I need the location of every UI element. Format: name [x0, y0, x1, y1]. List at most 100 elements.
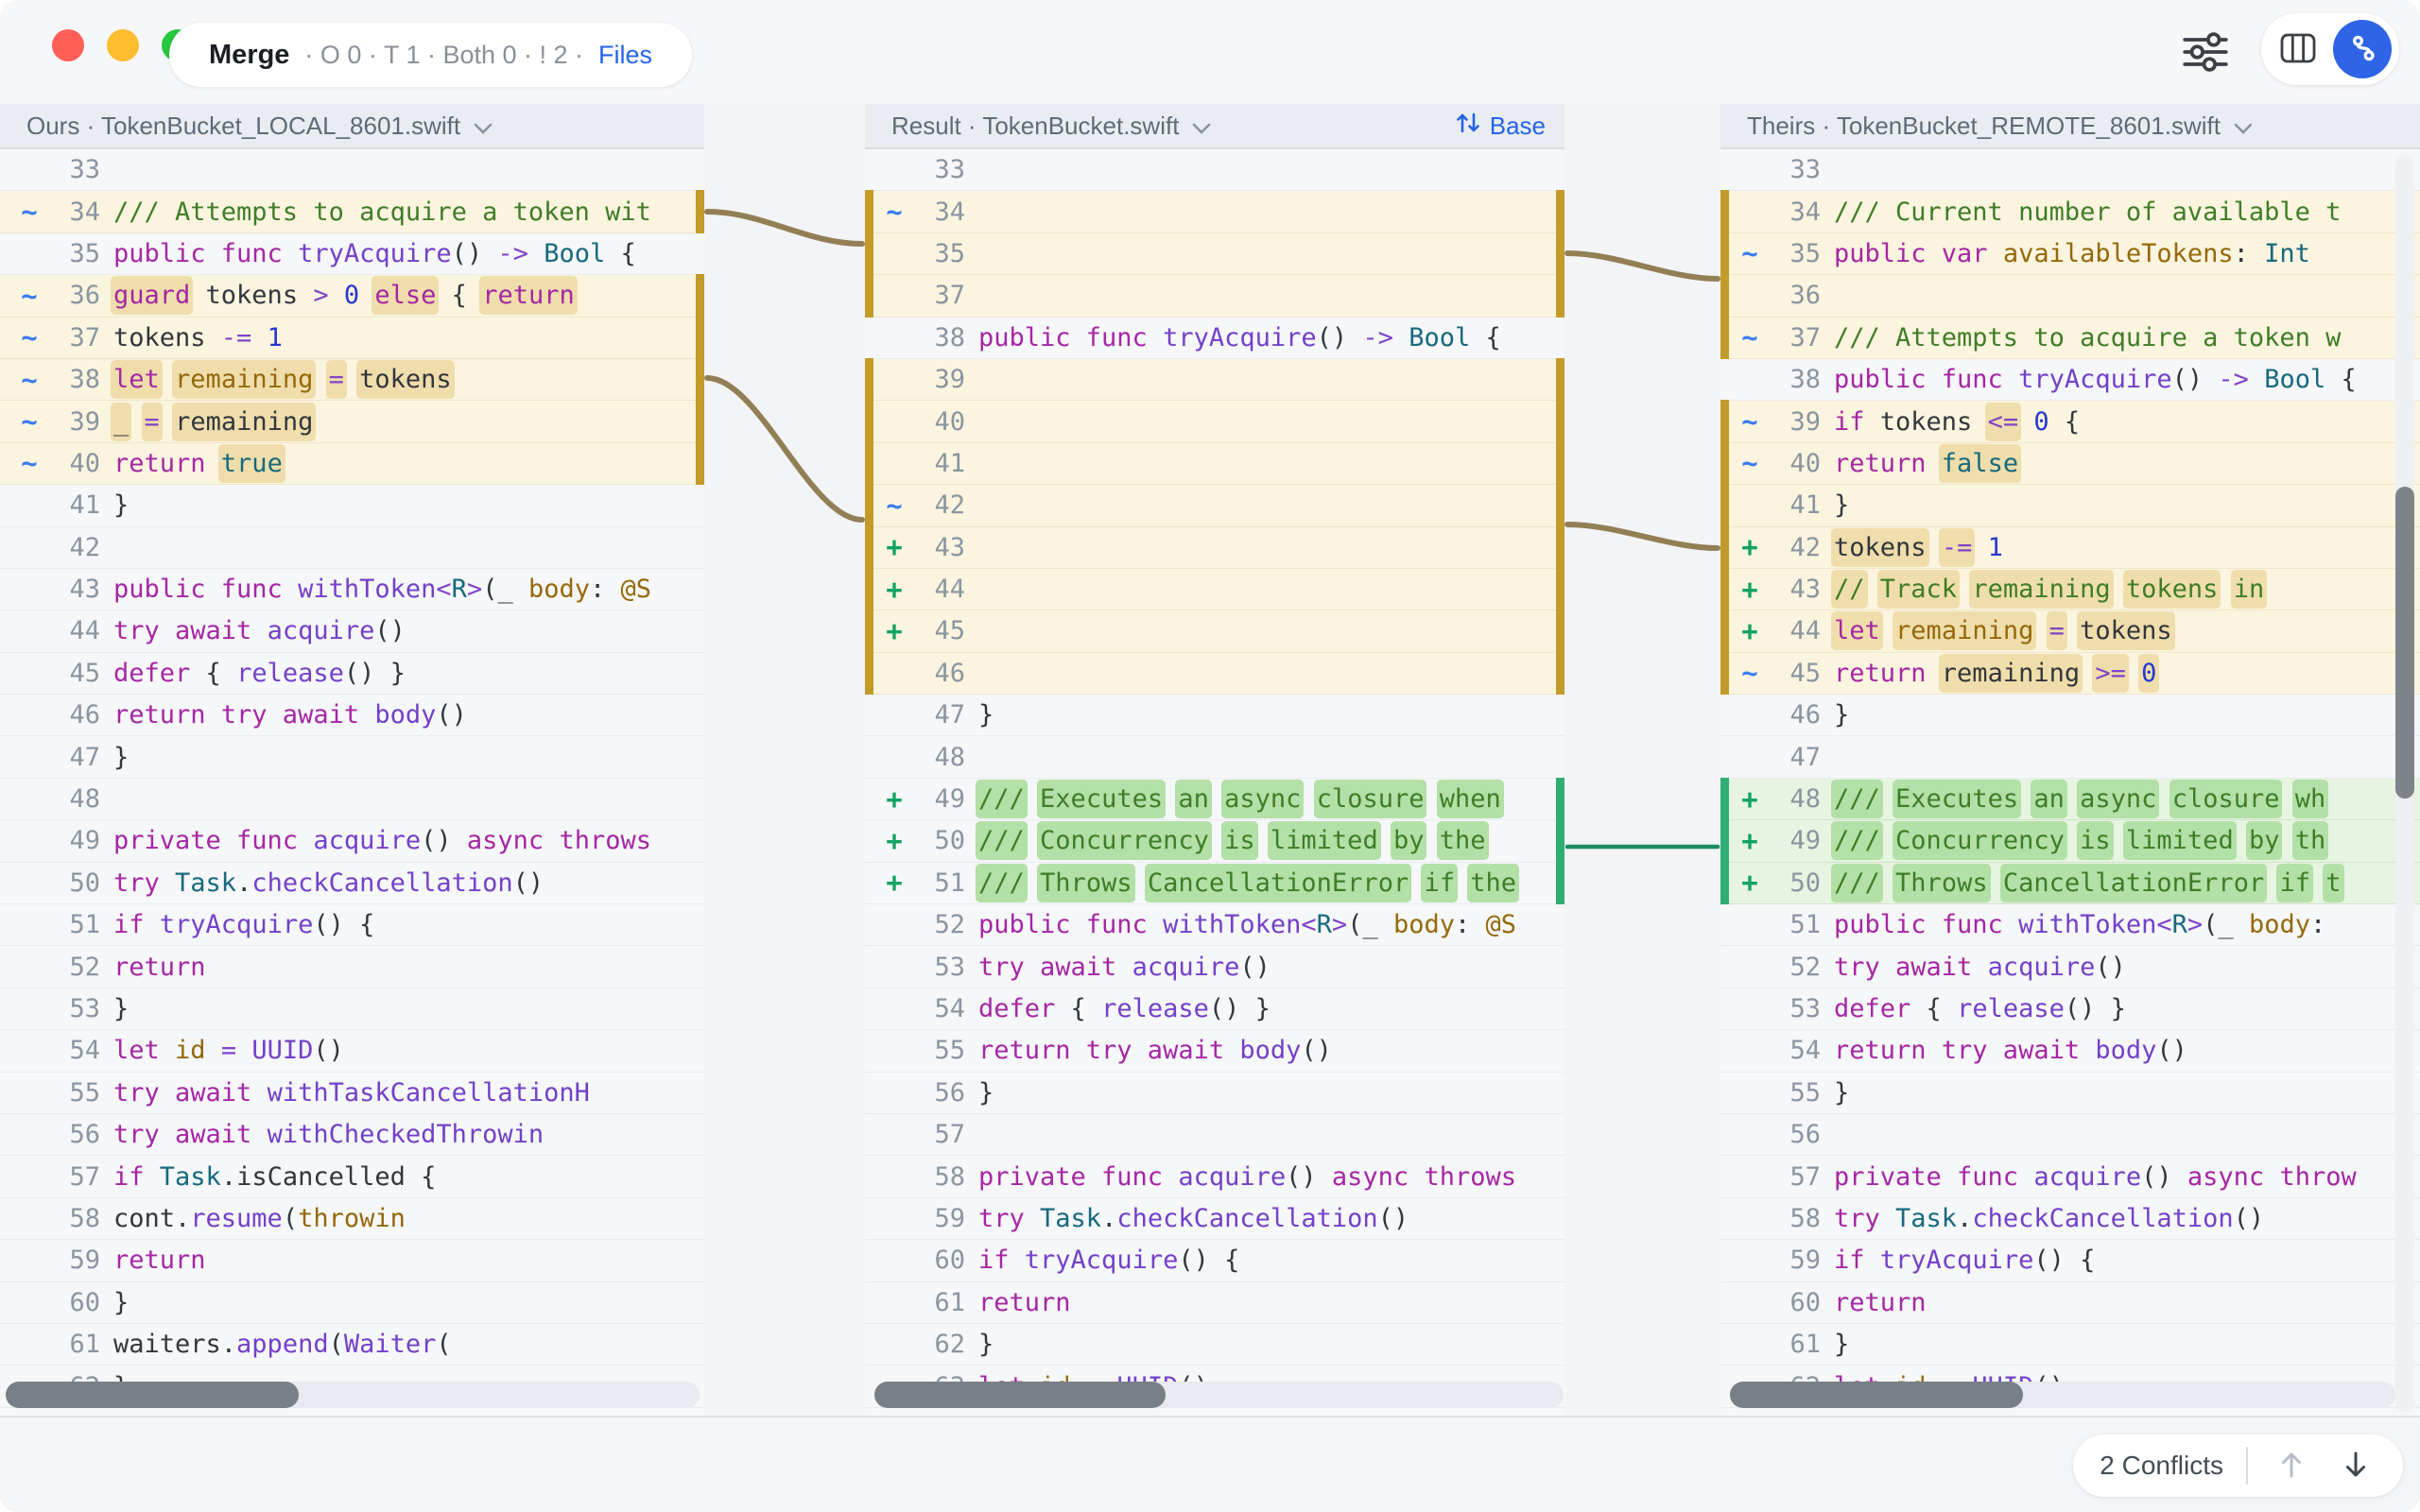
change-bar: [696, 358, 704, 401]
line-number: 43: [34, 569, 100, 610]
result-file-selector[interactable]: Result · TokenBucket.swift: [891, 112, 1211, 141]
code-line-33: 33: [0, 149, 704, 191]
line-number: 51: [34, 904, 100, 945]
files-link[interactable]: Files: [598, 41, 652, 70]
code-text: waiters.append(Waiter(: [113, 1324, 452, 1365]
code-line-38: 38 public func tryAcquire() -> Bool {: [1720, 359, 2420, 401]
previous-conflict-button[interactable]: [2271, 1445, 2312, 1486]
ours-horizontal-scrollbar[interactable]: [6, 1382, 700, 1408]
code-line-56: 56 try await withCheckedThrowin: [0, 1114, 704, 1156]
code-line-48: 48: [0, 779, 704, 820]
line-number: 42: [34, 527, 100, 568]
change-bar: [1556, 652, 1564, 695]
theirs-horizontal-scrollbar[interactable]: [1730, 1382, 2395, 1408]
change-bar: [696, 400, 704, 442]
code-line-60: 60 if tryAcquire() {: [865, 1240, 1564, 1281]
change-bar: [1556, 484, 1564, 526]
code-text: }: [978, 1324, 994, 1365]
line-number: 53: [1754, 988, 1821, 1029]
code-text: let remaining = tokens: [113, 359, 452, 400]
code-line-43: +43 // Track remaining tokens in: [1720, 569, 2420, 610]
change-bar: [1720, 442, 1729, 485]
line-number: 51: [1754, 904, 1821, 945]
result-horizontal-scrollbar[interactable]: [874, 1382, 1564, 1408]
code-text: try await acquire(): [113, 610, 406, 651]
code-line-38: ~38 let remaining = tokens: [0, 359, 704, 401]
close-window-button[interactable]: [52, 29, 84, 61]
code-text: if Task.isCancelled {: [113, 1156, 436, 1196]
code-text: }: [1834, 1073, 1849, 1113]
ours-file-selector[interactable]: Ours · TokenBucket_LOCAL_8601.swift: [26, 112, 493, 141]
change-bar: [1720, 819, 1729, 862]
sliders-icon: [2178, 68, 2233, 82]
base-label: Base: [1490, 112, 1546, 141]
arrow-down-icon: [2341, 1449, 2371, 1484]
code-text: // Track remaining tokens in: [1834, 569, 2264, 610]
code-line-60: 60 }: [0, 1282, 704, 1324]
line-number: 57: [899, 1114, 965, 1155]
code-line-51: 51 if tryAcquire() {: [0, 904, 704, 946]
code-text: try await acquire(): [1834, 946, 2126, 987]
merge-view-button[interactable]: [2333, 20, 2392, 78]
gutter-ours-result: [704, 104, 865, 1418]
line-number: 60: [34, 1282, 100, 1323]
code-line-52: 52 try await acquire(): [1720, 946, 2420, 988]
change-bar: [1556, 610, 1564, 652]
conflicts-count-label: 2 Conflicts: [2100, 1451, 2223, 1481]
change-bar: [865, 358, 873, 401]
change-bar: [1720, 778, 1729, 820]
theirs-file-selector[interactable]: Theirs · TokenBucket_REMOTE_8601.swift: [1747, 112, 2253, 141]
code-line-35: ~35 public var availableTokens: Int: [1720, 233, 2420, 275]
filter-options-button[interactable]: [2178, 25, 2233, 79]
code-text: }: [978, 695, 994, 735]
change-bar: [865, 274, 873, 317]
line-number: 59: [34, 1240, 100, 1280]
code-text: tokens -= 1: [1834, 527, 2003, 568]
code-line-33: 33: [1720, 149, 2420, 191]
line-number: 49: [1754, 820, 1821, 861]
next-conflict-button[interactable]: [2335, 1445, 2377, 1486]
code-line-41: 41: [865, 443, 1564, 485]
base-button[interactable]: Base: [1450, 110, 1551, 143]
code-text: return try await body(): [978, 1030, 1332, 1071]
line-number: 55: [34, 1073, 100, 1113]
columns-view-button[interactable]: [2269, 20, 2327, 78]
line-number: 52: [1754, 946, 1821, 987]
line-number: 39: [1754, 401, 1821, 441]
code-line-58: 58 private func acquire() async throws: [865, 1156, 1564, 1197]
ours-horizontal-scrollbar-thumb[interactable]: [6, 1382, 299, 1408]
line-number: 37: [1754, 318, 1821, 358]
code-line-42: 42: [0, 527, 704, 569]
code-text: private func acquire() async throws: [978, 1156, 1516, 1196]
change-bar: [865, 442, 873, 485]
line-number: 44: [34, 610, 100, 651]
pane-header-result: Result · TokenBucket.swift Base: [865, 104, 1564, 149]
code-line-46: 46: [865, 653, 1564, 695]
line-number: 46: [899, 653, 965, 694]
change-bar: [1556, 232, 1564, 275]
line-number: 41: [899, 443, 965, 484]
window-title-pill: Merge · O 0 · T 1 · Both 0 · ! 2 · Files: [169, 23, 692, 87]
line-number: 41: [34, 485, 100, 525]
code-line-57: 57: [865, 1114, 1564, 1156]
code-line-54: 54 let id = UUID(): [0, 1030, 704, 1072]
line-number: 56: [1754, 1114, 1821, 1155]
line-number: 44: [1754, 610, 1821, 651]
chevron-down-icon: [1192, 112, 1211, 141]
code-text: }: [1834, 485, 1849, 525]
change-bar: [1556, 568, 1564, 610]
code-line-53: 53 try await acquire(): [865, 946, 1564, 988]
code-text: /// Throws CancellationError if the: [978, 863, 1516, 903]
pane-header-ours: Ours · TokenBucket_LOCAL_8601.swift: [0, 104, 704, 149]
code-line-57: 57 private func acquire() async throw: [1720, 1156, 2420, 1197]
line-number: 40: [34, 443, 100, 484]
theirs-vertical-scrollbar-thumb[interactable]: [2395, 487, 2414, 799]
minimize-window-button[interactable]: [107, 29, 139, 61]
theirs-horizontal-scrollbar-thumb[interactable]: [1730, 1382, 2023, 1408]
result-horizontal-scrollbar-thumb[interactable]: [874, 1382, 1166, 1408]
code-line-44: +44 let remaining = tokens: [1720, 610, 2420, 652]
change-bar: [696, 442, 704, 485]
code-text: if tryAcquire() {: [978, 1240, 1239, 1280]
line-number: 54: [1754, 1030, 1821, 1071]
code-text: if tryAcquire() {: [113, 904, 374, 945]
